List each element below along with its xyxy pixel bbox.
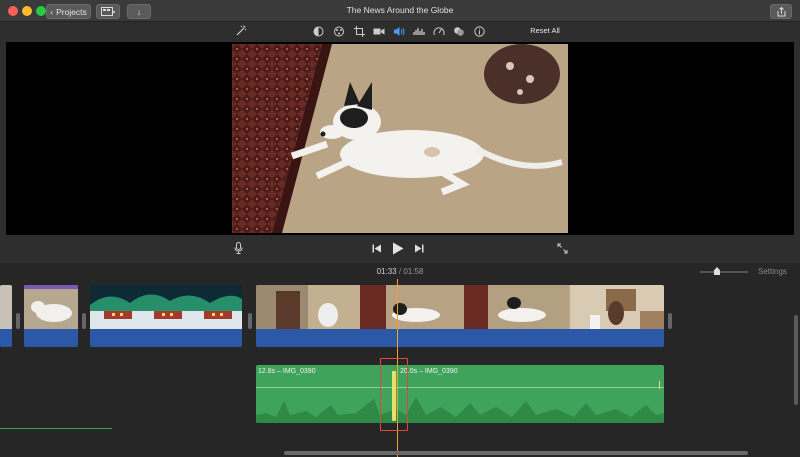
share-icon xyxy=(777,6,785,16)
timecode: 01:33 / 01:58 xyxy=(360,267,440,276)
skip-back-icon xyxy=(372,244,381,252)
time-separator: / xyxy=(398,267,402,276)
clip-audio-bar xyxy=(0,329,12,347)
selection-highlight xyxy=(380,358,408,431)
speed-icon[interactable] xyxy=(432,24,446,38)
filter-icon[interactable] xyxy=(452,24,466,38)
volume-icon[interactable] xyxy=(392,24,406,38)
play-icon xyxy=(393,242,404,254)
skip-forward-button[interactable] xyxy=(412,241,426,255)
audio-clip-label: 20.0s – IMG_0390 xyxy=(400,368,458,375)
arrow-down-icon: ↓ xyxy=(136,6,142,17)
skip-back-button[interactable] xyxy=(370,241,384,255)
audio-fade-handle[interactable] xyxy=(659,381,660,389)
video-clip[interactable] xyxy=(24,285,78,347)
equalizer-icon[interactable] xyxy=(412,24,426,38)
title-bar: ‹ Projects ↓ The News Around the Globe xyxy=(0,0,800,22)
audio-volume-line[interactable] xyxy=(256,387,664,388)
music-track-line xyxy=(0,428,112,429)
adjustments-bar: Reset All xyxy=(0,22,800,42)
clip-audio-bar xyxy=(24,329,78,347)
clip-thumbnail xyxy=(90,285,242,329)
timeline[interactable]: 01:33 / 01:58 Settings 12.8s – IMG_0390 … xyxy=(0,263,800,457)
clip-audio-bar xyxy=(90,329,242,347)
reset-all-button[interactable]: Reset All xyxy=(522,26,568,35)
clip-thumbnail xyxy=(256,285,664,329)
imovie-window: ‹ Projects ↓ The News Around the Globe R… xyxy=(0,0,800,457)
zoom-window-button[interactable] xyxy=(36,6,46,16)
audio-track[interactable]: 12.8s – IMG_0390 20.0s – IMG_0390 xyxy=(256,365,664,423)
magic-wand-icon[interactable] xyxy=(234,24,248,38)
window-title: The News Around the Globe xyxy=(346,5,454,15)
zoom-slider-track[interactable] xyxy=(700,271,748,273)
info-icon[interactable] xyxy=(472,24,486,38)
horizontal-scrollbar[interactable] xyxy=(284,451,748,455)
camera-icon[interactable] xyxy=(372,24,386,38)
chevron-left-icon: ‹ xyxy=(50,6,54,17)
share-button[interactable] xyxy=(770,4,792,19)
settings-button[interactable]: Settings xyxy=(758,267,787,276)
expand-icon xyxy=(557,243,567,253)
color-palette-icon[interactable] xyxy=(332,24,346,38)
minimize-window-button[interactable] xyxy=(22,6,32,16)
projects-button[interactable]: ‹ Projects xyxy=(46,4,91,19)
media-import-button[interactable] xyxy=(96,4,120,19)
clip-audio-bar xyxy=(256,329,664,347)
vertical-scrollbar[interactable] xyxy=(794,315,798,405)
voiceover-button[interactable] xyxy=(231,241,245,255)
clip-trim-handle[interactable] xyxy=(82,313,86,329)
projects-label: Projects xyxy=(56,6,87,17)
clip-trim-handle[interactable] xyxy=(668,313,672,329)
video-clip[interactable] xyxy=(90,285,242,347)
film-strip-icon xyxy=(101,7,115,16)
total-time: 01:58 xyxy=(403,267,424,276)
dog-video-image xyxy=(232,44,568,233)
playhead[interactable] xyxy=(397,279,398,457)
video-viewer xyxy=(6,42,794,235)
crop-icon[interactable] xyxy=(352,24,366,38)
import-down-button[interactable]: ↓ xyxy=(127,4,151,19)
video-frame xyxy=(232,44,568,233)
clip-thumbnail xyxy=(24,285,78,329)
video-clip[interactable] xyxy=(0,285,12,347)
clip-trim-handle[interactable] xyxy=(248,313,252,329)
video-clip[interactable] xyxy=(256,285,664,347)
clip-trim-handle[interactable] xyxy=(16,313,20,329)
close-window-button[interactable] xyxy=(8,6,18,16)
skip-forward-icon xyxy=(415,244,424,252)
audio-waveform xyxy=(256,397,664,423)
color-balance-icon[interactable] xyxy=(311,24,325,38)
fullscreen-button[interactable] xyxy=(555,241,569,255)
play-button[interactable] xyxy=(390,240,406,256)
microphone-icon xyxy=(234,242,242,254)
audio-clip-label: 12.8s – IMG_0390 xyxy=(258,368,316,375)
zoom-slider-thumb[interactable] xyxy=(714,267,720,275)
clip-thumbnail xyxy=(0,285,12,329)
current-time: 01:33 xyxy=(376,267,397,276)
